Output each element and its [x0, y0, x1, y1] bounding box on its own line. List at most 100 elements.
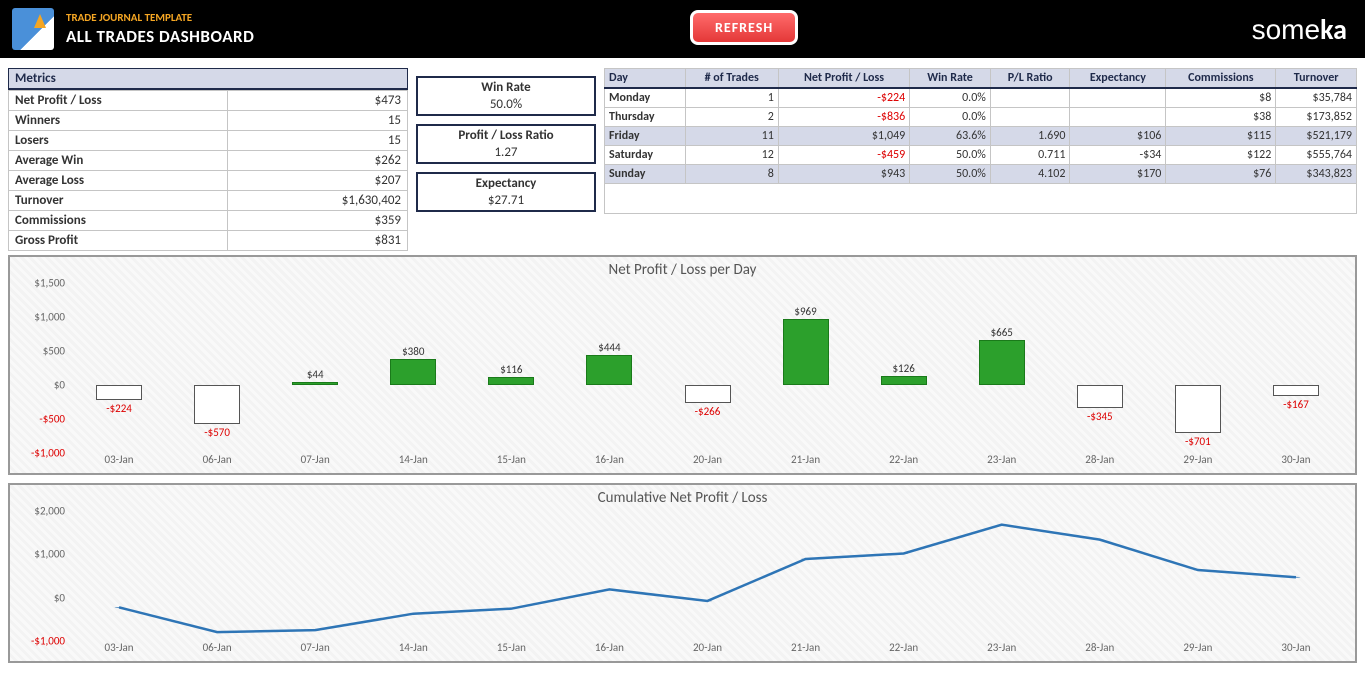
day-table-cell: 2 [685, 107, 778, 126]
x-tick: 30-Jan [1281, 453, 1310, 466]
bar-label: $126 [892, 362, 914, 375]
y-tick: $500 [15, 345, 65, 358]
kpi-box: Expectancy$27.71 [416, 172, 596, 212]
bar [390, 359, 436, 385]
metric-value: $207 [228, 171, 408, 191]
day-table-cell: 12 [685, 145, 778, 164]
y-tick: -$1,000 [15, 447, 65, 460]
metrics-row: Average Loss$207 [9, 171, 408, 191]
day-table-cell: Friday [605, 126, 686, 145]
y-tick: $0 [15, 379, 65, 392]
bar [979, 340, 1025, 385]
metric-value: 15 [228, 131, 408, 151]
day-table-header: Day [605, 69, 686, 89]
bar-label: $116 [500, 363, 522, 376]
day-table-cell: 11 [685, 126, 778, 145]
day-table-cell: 1.690 [990, 126, 1070, 145]
day-table-cell: $343,823 [1276, 164, 1357, 183]
y-tick: -$500 [15, 413, 65, 426]
refresh-button[interactable]: REFRESH [690, 10, 798, 45]
kpi-label: Expectancy [418, 174, 594, 193]
app-logo-icon [12, 8, 54, 50]
day-table-header: Win Rate [910, 69, 991, 89]
bar-label: $380 [402, 345, 424, 358]
day-table-cell: 0.711 [990, 145, 1070, 164]
day-table-cell [1070, 107, 1166, 126]
day-table-header: Commissions [1166, 69, 1276, 89]
bar-label: -$167 [1283, 398, 1309, 411]
bar-label: $44 [307, 368, 324, 381]
metrics-row: Commissions$359 [9, 211, 408, 231]
day-table-cell: -$459 [778, 145, 909, 164]
day-table-cell: 4.102 [990, 164, 1070, 183]
day-table-row: Saturday12-$45950.0%0.711-$34$122$555,76… [605, 145, 1357, 164]
day-table-cell: -$836 [778, 107, 909, 126]
metric-label: Average Loss [9, 171, 228, 191]
x-tick: 07-Jan [301, 453, 330, 466]
day-table-cell: $122 [1166, 145, 1276, 164]
day-table-cell: 63.6% [910, 126, 991, 145]
day-table-cell: $8 [1166, 88, 1276, 107]
day-table-cell: $521,179 [1276, 126, 1357, 145]
day-table: Day# of TradesNet Profit / LossWin RateP… [604, 68, 1357, 214]
y-tick: -$1,000 [15, 635, 65, 648]
brand-logo: someka [1252, 12, 1347, 47]
day-table-cell: $115 [1166, 126, 1276, 145]
day-table-row: Sunday8$94350.0%4.102$170$76$343,823 [605, 164, 1357, 183]
x-tick: 28-Jan [1085, 453, 1114, 466]
y-tick: $1,000 [15, 548, 65, 561]
bar-label: -$570 [204, 426, 230, 439]
day-table-cell: -$224 [778, 88, 909, 107]
day-table-cell: $106 [1070, 126, 1166, 145]
x-tick: 20-Jan [693, 453, 722, 466]
x-tick: 03-Jan [104, 641, 133, 654]
x-tick: 03-Jan [104, 453, 133, 466]
bar-label: -$701 [1185, 435, 1211, 448]
bar-label: -$345 [1087, 410, 1113, 423]
kpi-value: 1.27 [418, 145, 594, 162]
y-tick: $1,000 [15, 311, 65, 324]
metric-label: Turnover [9, 191, 228, 211]
bar [292, 382, 338, 385]
metric-label: Commissions [9, 211, 228, 231]
day-table-row: Monday1-$2240.0%$8$35,784 [605, 88, 1357, 107]
day-table-cell [1070, 88, 1166, 107]
day-table-cell: Monday [605, 88, 686, 107]
y-tick: $1,500 [15, 277, 65, 290]
metric-label: Losers [9, 131, 228, 151]
day-table-row: Friday11$1,04963.6%1.690$106$115$521,179 [605, 126, 1357, 145]
chart-title: Net Profit / Loss per Day [10, 257, 1355, 283]
x-tick: 14-Jan [399, 453, 428, 466]
day-table-cell: $35,784 [1276, 88, 1357, 107]
day-table-cell: 50.0% [910, 145, 991, 164]
x-tick: 07-Jan [301, 641, 330, 654]
app-header: TRADE JOURNAL TEMPLATE ALL TRADES DASHBO… [0, 0, 1365, 58]
bar [194, 385, 240, 424]
metrics-row: Turnover$1,630,402 [9, 191, 408, 211]
day-table-cell: $1,049 [778, 126, 909, 145]
day-table-cell [990, 107, 1070, 126]
x-tick: 06-Jan [203, 641, 232, 654]
chart-daily-pl: Net Profit / Loss per Day -$1,000 -$500 $0… [8, 255, 1357, 475]
bar [96, 385, 142, 400]
line-chart-svg [70, 511, 1345, 641]
bar-label: $969 [794, 305, 816, 318]
day-table-cell: 0.0% [910, 88, 991, 107]
kpi-value: $27.71 [418, 193, 594, 210]
day-table-cell: $943 [778, 164, 909, 183]
x-tick: 20-Jan [693, 641, 722, 654]
metric-label: Winners [9, 111, 228, 131]
x-tick: 06-Jan [203, 453, 232, 466]
x-tick: 29-Jan [1183, 453, 1212, 466]
metrics-row: Net Profit / Loss$473 [9, 91, 408, 111]
header-title: ALL TRADES DASHBOARD [66, 26, 254, 47]
day-table-cell: $555,764 [1276, 145, 1357, 164]
x-tick: 14-Jan [399, 641, 428, 654]
day-table-header: Expectancy [1070, 69, 1166, 89]
x-tick: 15-Jan [497, 641, 526, 654]
day-table-header: P/L Ratio [990, 69, 1070, 89]
bar [1273, 385, 1319, 396]
bar [783, 319, 829, 385]
day-table-cell: 0.0% [910, 107, 991, 126]
x-tick: 23-Jan [987, 641, 1016, 654]
